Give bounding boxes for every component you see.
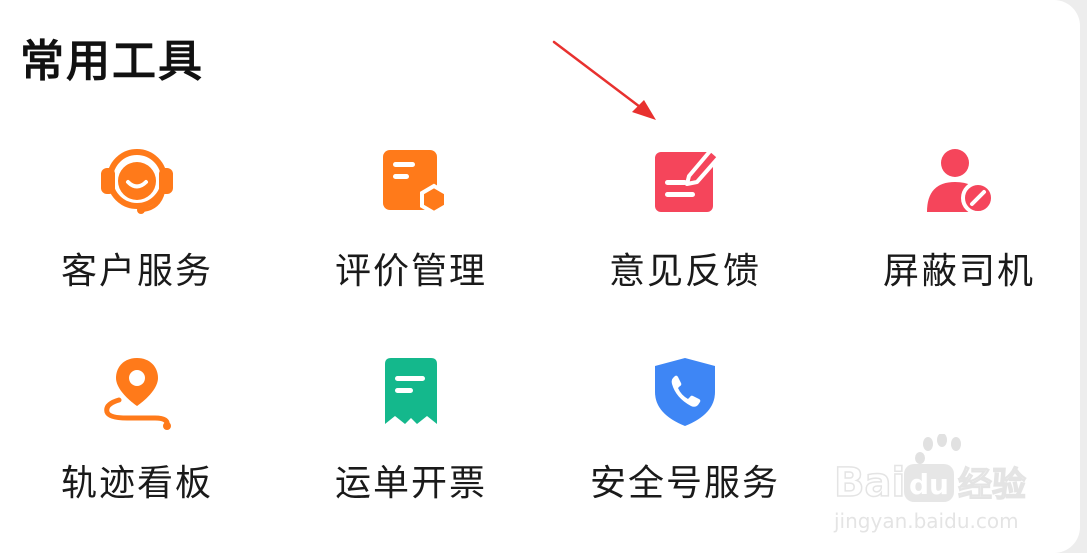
tool-block-driver[interactable]: 屏蔽司机 [822, 140, 1080, 352]
tool-label: 运单开票 [334, 463, 487, 504]
shield-phone-icon [645, 352, 725, 432]
common-tools-card: 常用工具 客户服务 评价管理 意见反馈 屏蔽司机 轨迹看板 运单开票 安全号服务 [0, 0, 1080, 553]
tool-review-management[interactable]: 评价管理 [274, 140, 548, 352]
tool-customer-service[interactable]: 客户服务 [0, 140, 274, 352]
tool-track-board[interactable]: 轨迹看板 [0, 352, 274, 553]
tool-label: 轨迹看板 [60, 463, 213, 504]
review-icon [371, 140, 451, 220]
tool-safety-number[interactable]: 安全号服务 [548, 352, 822, 553]
tool-label: 评价管理 [334, 251, 487, 292]
tool-waybill-invoice[interactable]: 运单开票 [274, 352, 548, 553]
tool-label: 屏蔽司机 [882, 251, 1035, 292]
invoice-icon [371, 352, 451, 432]
tool-label: 安全号服务 [589, 463, 780, 504]
route-pin-icon [97, 352, 177, 432]
headset-icon [97, 140, 177, 220]
feedback-edit-icon [645, 140, 725, 220]
section-title: 常用工具 [20, 36, 204, 87]
tools-grid: 客户服务 评价管理 意见反馈 屏蔽司机 轨迹看板 运单开票 安全号服务 [0, 140, 1080, 553]
tool-label: 客户服务 [60, 251, 213, 292]
tool-feedback[interactable]: 意见反馈 [548, 140, 822, 352]
block-driver-icon [919, 140, 999, 220]
tool-label: 意见反馈 [608, 251, 761, 292]
